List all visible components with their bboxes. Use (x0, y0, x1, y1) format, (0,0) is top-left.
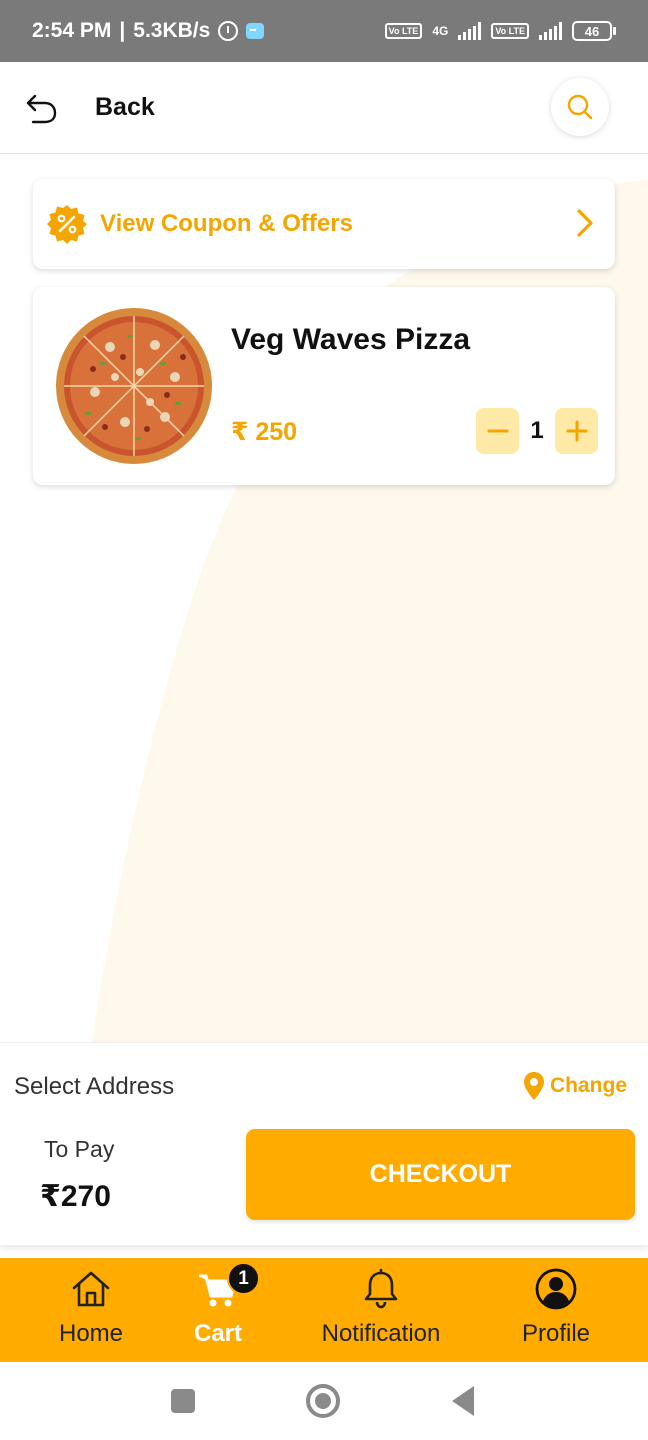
to-pay-label: To Pay (44, 1136, 115, 1162)
location-pin-icon (524, 1072, 544, 1100)
chevron-right-icon (577, 209, 593, 237)
back-label: Back (95, 93, 155, 121)
increase-quantity-button[interactable] (555, 408, 598, 454)
system-nav-bar (0, 1362, 648, 1440)
volte-icon-2: Vo LTE (491, 23, 529, 39)
status-separator: | (119, 19, 126, 42)
item-name: Veg Waves Pizza (231, 323, 471, 356)
system-back-button[interactable] (452, 1386, 474, 1416)
discount-badge-icon (47, 205, 87, 244)
back-button[interactable]: Back (24, 90, 155, 126)
nav-item-notification[interactable]: Notification (305, 1268, 457, 1348)
checkout-panel: Select Address Change To Pay ₹270 CHECKO… (0, 1042, 648, 1245)
quantity-stepper: 1 (476, 408, 598, 454)
quantity-value: 1 (530, 417, 544, 444)
undo-arrow-icon (26, 94, 57, 123)
checkout-button[interactable]: CHECKOUT (246, 1129, 635, 1220)
change-label: Change (550, 1074, 628, 1097)
nav-label-notification: Notification (321, 1320, 441, 1347)
nav-item-profile[interactable]: Profile (512, 1268, 600, 1348)
change-address-button[interactable]: Change (522, 1071, 627, 1101)
nav-label-cart: Cart (193, 1320, 242, 1347)
cart-content: View Coupon & Offers Veg Waves Pizza ₹ 2… (0, 155, 648, 1042)
profile-icon (535, 1268, 577, 1310)
search-button[interactable] (551, 78, 609, 136)
volte-icon: Vo LTE (384, 23, 423, 39)
alarm-icon (218, 21, 239, 41)
pizza-image (56, 308, 212, 464)
plus-icon (566, 420, 587, 442)
status-time: 2:54 PM (32, 19, 112, 42)
cart-item-card: Veg Waves Pizza ₹ 250 1 (33, 287, 615, 485)
coupon-offers-row[interactable]: View Coupon & Offers (33, 179, 615, 269)
signal-icon-2 (539, 22, 562, 40)
status-left: 2:54 PM | 5.3KB/s (32, 19, 265, 43)
bell-icon (364, 1268, 398, 1309)
nav-label-home: Home (58, 1320, 124, 1347)
coupon-label: View Coupon & Offers (100, 210, 353, 237)
nav-label-profile: Profile (521, 1320, 591, 1347)
battery-level: 46 (572, 21, 612, 41)
nav-item-home[interactable]: Home (52, 1268, 130, 1348)
item-price: ₹ 250 (231, 418, 298, 446)
minus-icon (487, 429, 508, 433)
status-network-speed: 5.3KB/s (133, 19, 211, 42)
recent-apps-button[interactable] (171, 1389, 195, 1413)
cart-count-badge: 1 (227, 1262, 260, 1295)
battery-icon: 46 (572, 21, 616, 41)
status-bar: 2:54 PM | 5.3KB/s Vo LTE 4G Vo LTE 46 (0, 0, 648, 62)
signal-icon (458, 22, 482, 40)
select-address-label: Select Address (14, 1073, 175, 1100)
app-header: Back (0, 62, 648, 154)
network-type-label: 4G (432, 24, 449, 38)
search-icon (567, 94, 593, 120)
nav-item-cart[interactable]: 1 Cart (185, 1262, 260, 1348)
status-right: Vo LTE 4G Vo LTE 46 (384, 21, 616, 41)
decrease-quantity-button[interactable] (476, 408, 519, 454)
home-icon (72, 1271, 110, 1307)
bottom-nav: Home 1 Cart Notification Profile (0, 1258, 648, 1362)
system-home-button[interactable] (306, 1384, 340, 1418)
game-icon (246, 23, 265, 39)
total-amount: ₹270 (40, 1180, 111, 1213)
